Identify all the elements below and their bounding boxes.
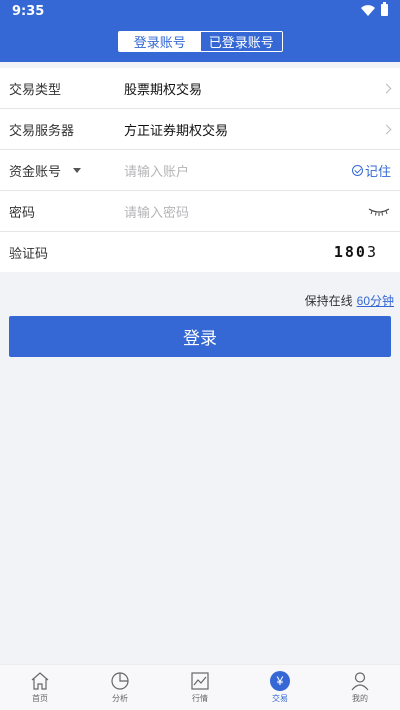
login-button[interactable]: 登录 [9, 316, 391, 357]
tab-trade[interactable]: ¥ 交易 [240, 665, 320, 710]
trade-type-value: 股票期权交易 [124, 81, 203, 97]
remember-label: 记住 [364, 163, 391, 179]
tab-login-account[interactable]: 登录账号 [119, 32, 201, 51]
account-segmented-control: 登录账号 已登录账号 [118, 31, 283, 52]
pie-chart-icon [111, 672, 129, 690]
account-row: 资金账号 请输入账户 记住 [0, 150, 400, 191]
check-circle-icon [351, 164, 363, 176]
captcha-code-bold: 180 [333, 243, 367, 261]
chevron-right-icon [381, 124, 392, 134]
captcha-code-rest: 3 [366, 243, 378, 261]
tab-trade-label: 交易 [272, 694, 288, 703]
tab-home[interactable]: 首页 [0, 665, 80, 710]
password-row: 密码 请输入密码 [0, 191, 400, 232]
keep-online: 保持在线 60分钟 [305, 292, 394, 309]
server-label: 交易服务器 [9, 122, 75, 138]
bottom-tab-bar: 首页 分析 行情 ¥ 交易 我的 [0, 664, 400, 710]
tab-analysis[interactable]: 分析 [80, 665, 160, 710]
keep-online-duration-link[interactable]: 60分钟 [357, 294, 394, 308]
status-time: 9:35 [12, 4, 45, 19]
tab-analysis-label: 分析 [112, 694, 128, 703]
tab-logged-in-accounts[interactable]: 已登录账号 [200, 32, 282, 51]
line-chart-icon [191, 672, 209, 690]
captcha-code[interactable]: 1803 [334, 243, 378, 261]
password-input[interactable]: 请输入密码 [124, 202, 189, 221]
header-bar: 9:35 登录账号 已登录账号 [0, 0, 400, 62]
chevron-right-icon [381, 83, 392, 93]
home-icon [31, 672, 49, 690]
yen-icon: ¥ [270, 671, 290, 691]
captcha-row: 验证码 1803 [0, 232, 400, 272]
account-dropdown-caret-icon[interactable] [73, 167, 81, 173]
wifi-icon [361, 4, 375, 16]
account-input[interactable]: 请输入账户 [124, 161, 189, 180]
tab-market-label: 行情 [192, 694, 208, 703]
remember-account-toggle[interactable]: 记住 [351, 161, 391, 180]
trade-type-row[interactable]: 交易类型 股票期权交易 [0, 68, 400, 109]
tab-home-label: 首页 [32, 694, 48, 703]
password-label: 密码 [9, 204, 36, 220]
server-value: 方正证券期权交易 [124, 122, 229, 138]
status-icons [361, 2, 388, 16]
account-label: 资金账号 [9, 163, 62, 179]
tab-mine-label: 我的 [352, 694, 368, 703]
tab-market[interactable]: 行情 [160, 665, 240, 710]
eye-closed-icon[interactable] [368, 206, 390, 216]
person-icon [351, 672, 369, 691]
keep-online-label: 保持在线 [304, 294, 353, 308]
battery-icon [381, 2, 388, 16]
tab-mine[interactable]: 我的 [320, 665, 400, 710]
server-row[interactable]: 交易服务器 方正证券期权交易 [0, 109, 400, 150]
trade-type-label: 交易类型 [9, 81, 62, 97]
captcha-label: 验证码 [9, 245, 49, 261]
login-form: 交易类型 股票期权交易 交易服务器 方正证券期权交易 资金账号 请输入账户 记住… [0, 68, 400, 272]
